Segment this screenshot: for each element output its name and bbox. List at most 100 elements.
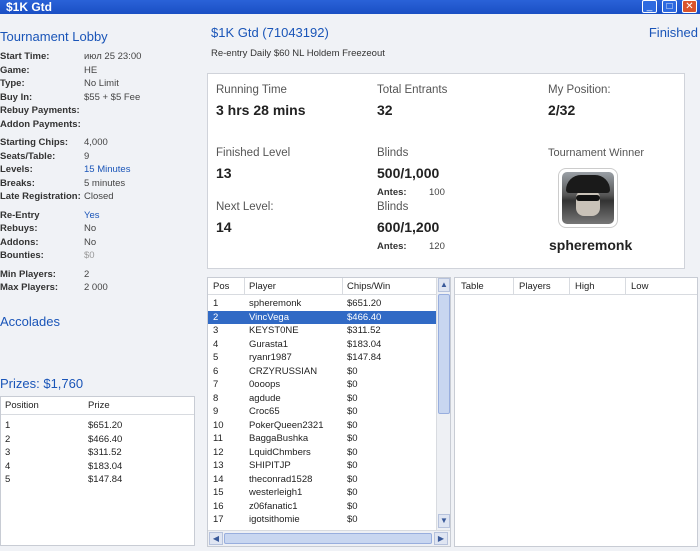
prize-row: 3 $311.52 [1,446,194,459]
prize-position: 4 [5,460,11,472]
player-row[interactable]: 11 BaggaBushka $0 [208,432,436,446]
info-row: Type: No Limit [0,77,205,90]
player-row[interactable]: 8 agdude $0 [208,392,436,406]
player-row[interactable]: 17 igotsithomie $0 [208,513,436,527]
player-name: agdude [249,392,281,404]
info-row: Re-Entry Yes [0,209,205,222]
header-players[interactable]: Players [519,278,551,295]
player-row[interactable]: 10 PokerQueen2321 $0 [208,419,436,433]
player-row[interactable]: 2 VincVega $466.40 [208,310,436,324]
info-label: Rebuys: [0,223,38,234]
total-entrants-value: 32 [377,102,393,118]
prize-header-position[interactable]: Position [5,397,39,415]
player-name: PokerQueen2321 [249,419,324,431]
prize-amount: $466.40 [88,433,123,445]
prize-row: 2 $466.40 [1,433,194,446]
prize-table: Position Prize 1 $651.20 2 $466.40 3 $311.52 4… [0,396,195,546]
tournament-stats: Running Time 3 hrs 28 mins Total Entrant… [207,73,685,269]
minimize-icon[interactable]: _ [642,0,657,13]
player-pos: 7 [213,379,219,390]
players-header: Pos Player Chips/Win [208,278,436,295]
player-chips: $0 [347,500,358,512]
running-time-label: Running Time [216,84,287,96]
player-name: z06fanatic1 [249,500,298,512]
scroll-down-icon[interactable]: ▼ [438,514,450,528]
header-high[interactable]: High [575,278,595,295]
scroll-left-icon[interactable]: ◀ [209,532,223,545]
info-label: Rebuy Payments: [0,105,80,116]
next-blinds-value: 600/1,200 [377,219,440,235]
info-value: 4,000 [84,137,108,148]
header-chips[interactable]: Chips/Win [347,278,390,295]
player-row[interactable]: 13 SHIPITJP $0 [208,459,436,473]
scroll-thumb[interactable] [438,294,450,414]
header-low[interactable]: Low [631,278,648,295]
info-value[interactable]: 15 Minutes [84,163,130,176]
player-row[interactable]: 9 Croc65 $0 [208,405,436,419]
players-vertical-scrollbar[interactable]: ▲ ▼ [436,278,450,530]
info-row: Rebuy Payments: [0,104,205,117]
prize-amount: $311.52 [88,447,122,458]
player-row[interactable]: 1 spheremonk $651.20 [208,297,436,311]
my-position-value: 2/32 [548,102,576,118]
player-chips: $0 [347,392,358,404]
player-name: LquidChmbers [249,446,311,458]
player-row[interactable]: 6 CRZYRUSSIAN $0 [208,365,436,379]
info-value: No [84,223,97,234]
player-row[interactable]: 15 westerleigh1 $0 [208,486,436,500]
player-chips: $0 [347,487,358,498]
scroll-up-icon[interactable]: ▲ [438,278,450,292]
player-pos: 12 [213,446,224,458]
info-label: Start Time: [0,51,50,62]
player-row[interactable]: 16 z06fanatic1 $0 [208,500,436,514]
tournament-title: $1K Gtd (71043192) [211,25,329,40]
players-horizontal-scrollbar[interactable]: ◀ ▶ [208,530,450,546]
player-name: Croc65 [249,406,280,417]
info-value[interactable]: Yes [84,209,100,222]
header-table[interactable]: Table [461,278,484,295]
info-row: Addons: No [0,236,205,249]
info-value: 2 [84,268,90,280]
blinds-label: Blinds [377,147,409,159]
antes-label: Antes: [377,187,407,198]
info-row: Seats/Table: 9 [0,150,205,163]
info-label: Late Registration: [0,191,81,202]
player-row[interactable]: 7 0ooops $0 [208,378,436,392]
info-label: Bounties: [0,250,44,261]
my-position-label: My Position: [548,84,611,96]
header-pos[interactable]: Pos [213,278,229,295]
title-bar: $1K Gtd _ □ ✕ [0,0,700,14]
info-label: Game: [0,64,30,76]
player-row[interactable]: 4 Gurasta1 $183.04 [208,338,436,352]
info-label: Type: [0,78,25,89]
close-icon[interactable]: ✕ [682,0,697,13]
player-row[interactable]: 14 theconrad1528 $0 [208,473,436,487]
horizontal-scroll-thumb[interactable] [224,533,432,544]
info-value: No Limit [84,78,119,89]
scroll-right-icon[interactable]: ▶ [434,532,448,545]
player-pos: 11 [213,433,223,444]
player-name: spheremonk [249,298,302,309]
tables-header: Table Players High Low [455,278,697,295]
header-player[interactable]: Player [249,278,276,295]
antes-value: 100 [429,187,445,198]
window-title: $1K Gtd [6,0,53,14]
info-label: Min Players: [0,268,56,280]
info-value: 9 [84,150,90,162]
player-chips: $0 [347,419,358,431]
left-panel: Tournament Lobby Start Time: июл 25 23:00… [0,14,205,551]
winner-label: Tournament Winner [548,147,644,159]
prize-amount: $183.04 [88,460,123,472]
player-row[interactable]: 12 LquidChmbers $0 [208,446,436,460]
player-chips: $651.20 [347,298,382,309]
next-level-value: 14 [216,219,232,235]
player-row[interactable]: 5 ryanr1987 $147.84 [208,351,436,365]
info-value: HE [84,64,98,76]
info-label: Max Players: [0,282,59,293]
prize-header-prize[interactable]: Prize [88,397,110,415]
info-label: Levels: [0,164,33,175]
finished-level-label: Finished Level [216,147,291,159]
info-row: Game: HE [0,64,205,77]
maximize-icon[interactable]: □ [662,0,677,13]
player-row[interactable]: 3 KEYST0NE $311.52 [208,324,436,338]
